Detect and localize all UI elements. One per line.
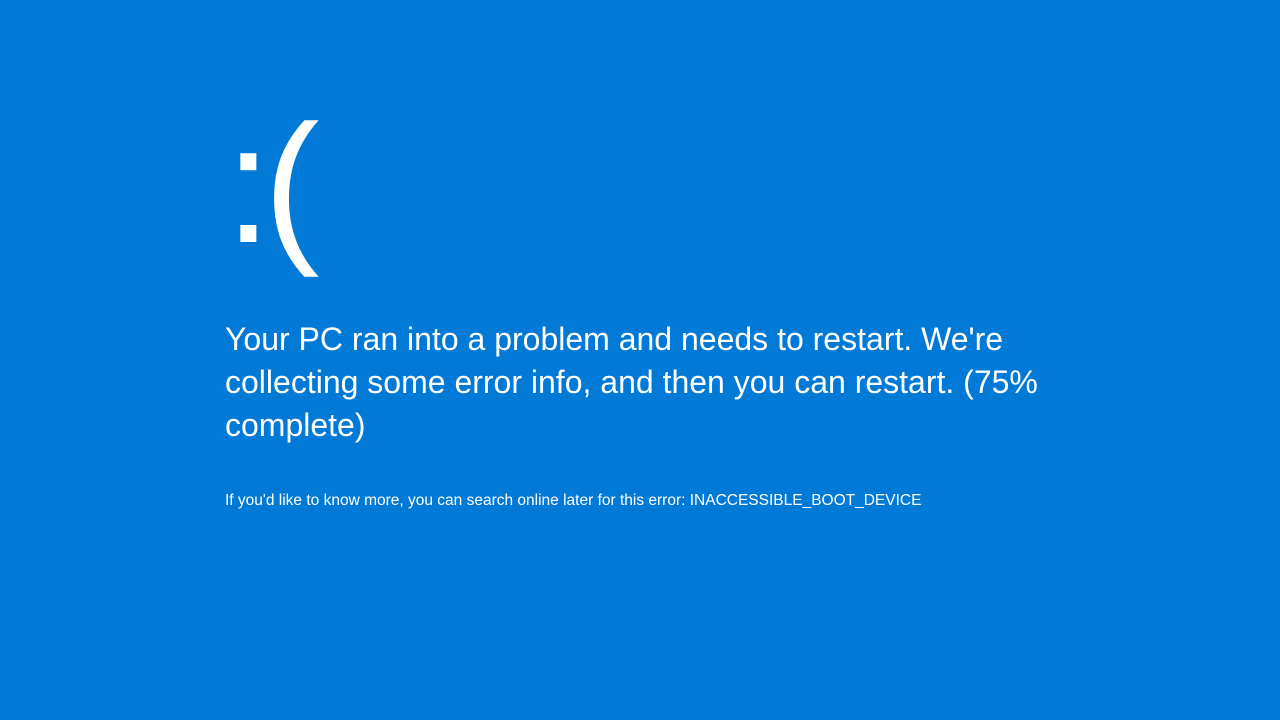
bsod-screen: :( Your PC ran into a problem and needs …: [225, 100, 1055, 511]
error-hint: If you'd like to know more, you can sear…: [225, 490, 1055, 512]
sad-face-icon: :(: [225, 100, 1055, 268]
error-message: Your PC ran into a problem and needs to …: [225, 318, 1055, 448]
